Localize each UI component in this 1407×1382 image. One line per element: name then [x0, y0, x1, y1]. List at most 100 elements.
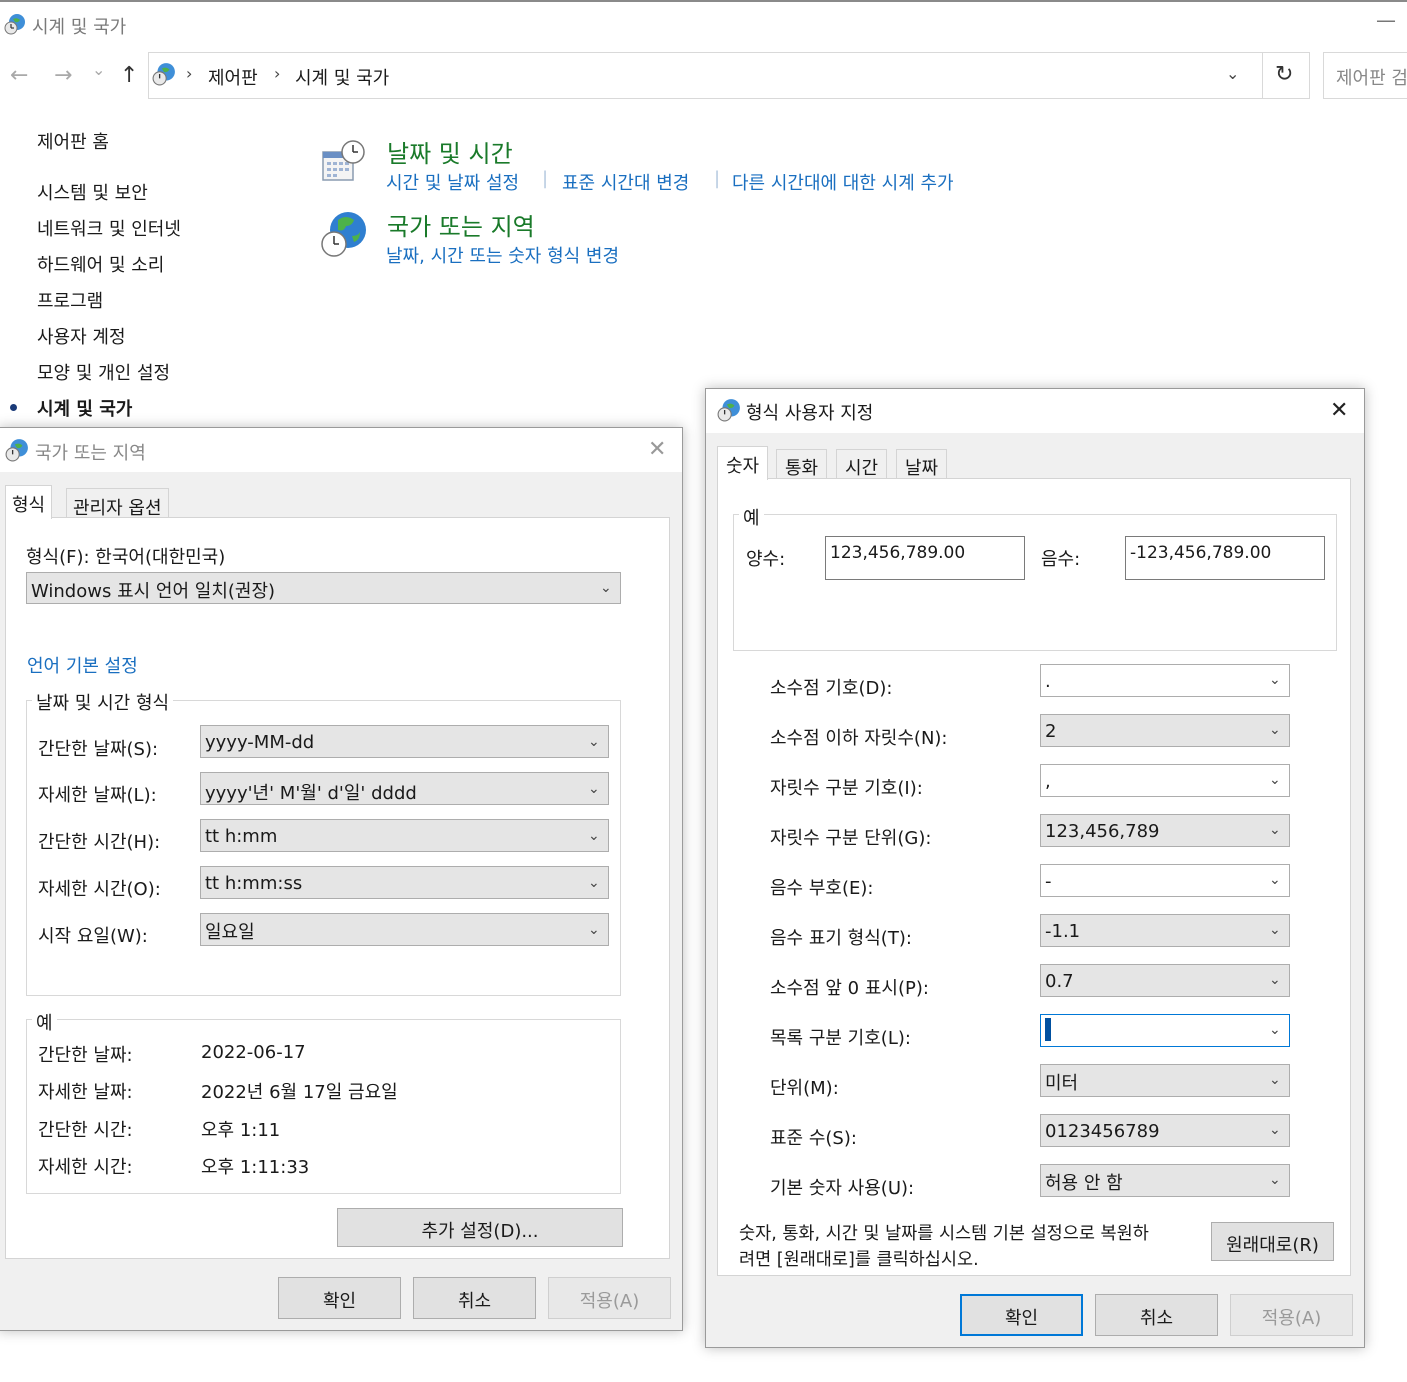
- customize-apply-button[interactable]: 적용(A): [1230, 1294, 1353, 1336]
- reset-description-line1: 숫자, 통화, 시간 및 날짜를 시스템 기본 설정으로 복원하: [739, 1224, 1149, 1244]
- breadcrumb-clock-region[interactable]: 시계 및 국가: [295, 64, 389, 90]
- tab-time[interactable]: 시간: [836, 449, 888, 479]
- measurement-label: 단위(M):: [770, 1078, 839, 1099]
- short-date-label: 간단한 날짜(S):: [38, 739, 159, 760]
- digit-grouping-symbol-select[interactable]: ,: [1040, 764, 1290, 797]
- long-date-label: 자세한 날짜(L):: [38, 785, 157, 806]
- leading-zero-label: 소수점 앞 0 표시(P):: [770, 978, 929, 999]
- chevron-down-icon[interactable]: ⌄: [1269, 1122, 1281, 1138]
- leading-zero-select[interactable]: 0.7: [1040, 964, 1290, 997]
- format-select[interactable]: Windows 표시 언어 일치(권장): [26, 572, 621, 604]
- long-time-select[interactable]: tt h:mm:ss: [200, 866, 609, 899]
- chevron-down-icon[interactable]: ⌄: [588, 875, 600, 891]
- customize-ok-button[interactable]: 확인: [960, 1294, 1083, 1336]
- breadcrumb-separator-icon[interactable]: ›: [274, 64, 280, 83]
- short-time-label: 간단한 시간(H):: [38, 832, 161, 853]
- recent-locations-icon[interactable]: ⌄: [92, 60, 105, 79]
- language-preferences-link[interactable]: 언어 기본 설정: [27, 652, 138, 678]
- tab-format[interactable]: 형식: [5, 485, 53, 519]
- additional-settings-button[interactable]: 추가 설정(D)...: [337, 1208, 623, 1247]
- reset-description-line2: 려면 [원래대로]를 클릭하십시오.: [739, 1250, 979, 1270]
- chevron-down-icon[interactable]: ⌄: [588, 734, 600, 750]
- standard-digits-select[interactable]: 0123456789: [1040, 1114, 1290, 1147]
- customize-cancel-button[interactable]: 취소: [1095, 1294, 1218, 1336]
- sidebar-item-system-security[interactable]: 시스템 및 보안: [37, 179, 148, 205]
- control-panel-icon: [152, 63, 175, 86]
- up-arrow-icon[interactable]: ↑: [120, 63, 138, 88]
- digit-grouping-select[interactable]: 123,456,789: [1040, 814, 1290, 847]
- chevron-down-icon[interactable]: ⌄: [1269, 1022, 1281, 1038]
- back-arrow-icon[interactable]: ←: [10, 63, 28, 88]
- chevron-down-icon[interactable]: ⌄: [1269, 922, 1281, 938]
- link-separator: |: [714, 168, 721, 189]
- sidebar-item-network[interactable]: 네트워크 및 인터넷: [37, 215, 181, 241]
- category-date-time-title[interactable]: 날짜 및 시간: [387, 134, 513, 169]
- address-dropdown-icon[interactable]: ⌄: [1226, 64, 1239, 83]
- decimal-symbol-select[interactable]: .: [1040, 664, 1290, 697]
- positive-label: 양수:: [746, 549, 786, 570]
- link-separator: |: [542, 168, 549, 189]
- chevron-down-icon[interactable]: ⌄: [600, 580, 612, 596]
- minimize-button[interactable]: —: [1376, 8, 1396, 32]
- chevron-down-icon[interactable]: ⌄: [588, 922, 600, 938]
- customize-dialog-close-icon[interactable]: ✕: [1330, 398, 1348, 423]
- chevron-down-icon[interactable]: ⌄: [588, 828, 600, 844]
- short-date-select[interactable]: yyyy-MM-dd: [200, 725, 609, 758]
- tab-admin-options[interactable]: 관리자 옵션: [66, 488, 169, 519]
- sidebar-item-clock-region[interactable]: 시계 및 국가: [37, 395, 132, 421]
- chevron-down-icon[interactable]: ⌄: [1269, 872, 1281, 888]
- sidebar-item-hardware-sound[interactable]: 하드웨어 및 소리: [37, 251, 164, 277]
- chevron-down-icon[interactable]: ⌄: [1269, 772, 1281, 788]
- reset-button[interactable]: 원래대로(R): [1211, 1222, 1334, 1261]
- standard-digits-label: 표준 수(S):: [770, 1128, 857, 1149]
- negative-example-field: -123,456,789.00: [1125, 536, 1325, 580]
- link-change-time-zone[interactable]: 표준 시간대 변경: [562, 169, 689, 195]
- decimal-digits-select[interactable]: 2: [1040, 714, 1290, 747]
- sidebar-item-appearance[interactable]: 모양 및 개인 설정: [37, 359, 170, 385]
- tab-numbers[interactable]: 숫자: [717, 446, 769, 480]
- active-bullet-icon: [10, 404, 17, 411]
- link-set-time-date[interactable]: 시간 및 날짜 설정: [386, 169, 519, 195]
- native-digits-select[interactable]: 허용 안 함: [1040, 1164, 1290, 1197]
- first-day-select[interactable]: 일요일: [200, 913, 609, 946]
- short-time-select[interactable]: tt h:mm: [200, 819, 609, 852]
- category-region-title[interactable]: 국가 또는 지역: [387, 207, 535, 242]
- region-cancel-button[interactable]: 취소: [413, 1277, 536, 1319]
- example-short-date-label: 간단한 날짜:: [38, 1045, 133, 1066]
- link-change-formats[interactable]: 날짜, 시간 또는 숫자 형식 변경: [386, 242, 619, 268]
- region-ok-button[interactable]: 확인: [278, 1277, 401, 1319]
- list-separator-label: 목록 구분 기호(L):: [770, 1028, 911, 1049]
- sidebar-item-home[interactable]: 제어판 홈: [37, 128, 109, 154]
- negative-format-label: 음수 표기 형식(T):: [770, 928, 912, 949]
- chevron-down-icon[interactable]: ⌄: [1269, 822, 1281, 838]
- chevron-down-icon[interactable]: ⌄: [588, 781, 600, 797]
- example-long-time-value: 오후 1:11:33: [201, 1157, 310, 1178]
- region-apply-button[interactable]: 적용(A): [548, 1277, 671, 1319]
- breadcrumb-control-panel[interactable]: 제어판: [208, 64, 258, 90]
- example-long-date-value: 2022년 6월 17일 금요일: [201, 1082, 398, 1103]
- tab-date[interactable]: 날짜: [896, 449, 948, 479]
- chevron-down-icon[interactable]: ⌄: [1269, 722, 1281, 738]
- link-add-clocks[interactable]: 다른 시간대에 대한 시계 추가: [732, 169, 954, 195]
- negative-sign-select[interactable]: -: [1040, 864, 1290, 897]
- long-date-select[interactable]: yyyy'년' M'월' d'일' dddd: [200, 772, 609, 805]
- example-group-label: 예: [32, 1009, 57, 1035]
- region-dialog-title: 국가 또는 지역: [35, 443, 146, 464]
- region-dialog-close-icon[interactable]: ✕: [648, 437, 666, 462]
- chevron-down-icon[interactable]: ⌄: [1269, 672, 1281, 688]
- forward-arrow-icon[interactable]: →: [54, 63, 72, 88]
- example-short-date-value: 2022-06-17: [201, 1042, 306, 1063]
- breadcrumb-separator-icon[interactable]: ›: [186, 64, 192, 83]
- sidebar-item-user-accounts[interactable]: 사용자 계정: [37, 323, 126, 349]
- refresh-icon[interactable]: ↻: [1275, 62, 1293, 87]
- measurement-select[interactable]: 미터: [1040, 1064, 1290, 1097]
- chevron-down-icon[interactable]: ⌄: [1269, 972, 1281, 988]
- tab-currency[interactable]: 통화: [776, 449, 828, 479]
- list-separator-select[interactable]: [1040, 1014, 1290, 1047]
- example-long-time-label: 자세한 시간:: [38, 1157, 133, 1178]
- chevron-down-icon[interactable]: ⌄: [1269, 1172, 1281, 1188]
- sidebar-item-programs[interactable]: 프로그램: [37, 287, 103, 313]
- negative-format-select[interactable]: -1.1: [1040, 914, 1290, 947]
- chevron-down-icon[interactable]: ⌄: [1269, 1072, 1281, 1088]
- example-short-time-label: 간단한 시간:: [38, 1120, 133, 1141]
